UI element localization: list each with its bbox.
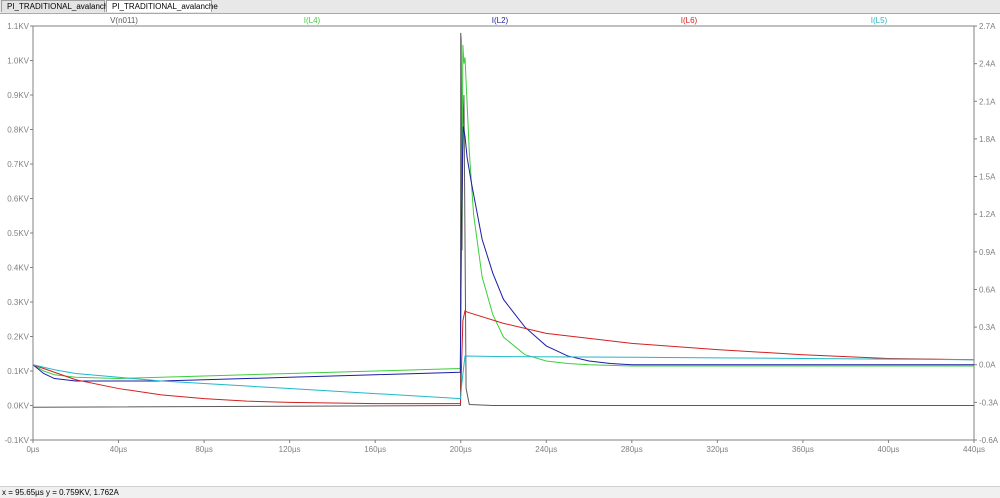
left-axis-tick-label: 0.1KV	[7, 367, 29, 376]
right-axis-tick-label: 0.6A	[979, 285, 996, 294]
tab-label: PI_TRADITIONAL_avalanche	[112, 1, 218, 11]
x-axis-tick-label: 80µs	[195, 445, 213, 454]
right-axis-tick-label: 2.4A	[979, 60, 996, 69]
plot-frame	[32, 25, 975, 441]
waveform-plot-pane[interactable]: V(n011) I(L4) I(L2) I(L6) I(L5) -0.1KV 0.0KV 0…	[0, 14, 1000, 486]
tab-label: PI_TRADITIONAL_avalanche	[7, 1, 113, 11]
right-axis-tick-label: 2.1A	[979, 97, 996, 106]
right-axis-tick-label: 1.2A	[979, 210, 996, 219]
left-axis-tick-label: 0.4KV	[7, 264, 29, 273]
x-axis-tick-label: 280µs	[621, 445, 643, 454]
x-axis-tick-label: 320µs	[706, 445, 728, 454]
status-bar: x = 95.65µs y = 0.759KV, 1.762A	[0, 486, 1000, 497]
right-axis-tick-label: 1.5A	[979, 173, 996, 182]
left-axis-tick-label: 0.9KV	[7, 91, 29, 100]
right-axis-tick-label: -0.3A	[979, 398, 999, 407]
x-axis-tick-label: 0µs	[26, 445, 39, 454]
left-axis-tick-label: 0.5KV	[7, 229, 29, 238]
trace-line[interactable]	[32, 309, 975, 405]
right-axis-tick-label: 0.9A	[979, 248, 996, 257]
x-axis-tick-label: 440µs	[963, 445, 985, 454]
trace-line[interactable]	[32, 32, 974, 408]
trace-line[interactable]	[32, 126, 974, 382]
document-tab-bar: PI_TRADITIONAL_avalanche PI_TRADITIONAL_…	[0, 0, 1000, 14]
left-axis-tick-label: 0.3KV	[7, 298, 29, 307]
traces	[32, 32, 975, 408]
left-axis-tick-label: 0.7KV	[7, 160, 29, 169]
left-axis-ticks: -0.1KV 0.0KV 0.1KV 0.2KV 0.3KV 0.4KV 0.5KV 0.6K…	[5, 22, 33, 445]
right-axis-tick-label: 0.3A	[979, 323, 996, 332]
right-axis-ticks: -0.6A -0.3A 0.0A 0.3A 0.6A 0.9A 1.2A 1.5A 1.8A 2.…	[974, 22, 999, 445]
x-axis-tick-label: 400µs	[877, 445, 899, 454]
left-axis-tick-label: 1.1KV	[7, 22, 29, 31]
tab-waveform[interactable]: PI_TRADITIONAL_avalanche	[106, 0, 218, 12]
trace-label[interactable]: V(n011)	[110, 16, 138, 25]
cursor-readout: x = 95.65µs y = 0.759KV, 1.762A	[2, 488, 119, 497]
trace-labels: V(n011) I(L4) I(L2) I(L6) I(L5)	[110, 16, 887, 25]
trace-line[interactable]	[32, 44, 974, 380]
x-axis-tick-label: 240µs	[535, 445, 557, 454]
x-axis-tick-label: 40µs	[110, 445, 128, 454]
x-axis-tick-label: 360µs	[792, 445, 814, 454]
x-axis-ticks: 0µs 40µs 80µs 120µs 160µs 200µs 240µs 280µs 320µ…	[26, 440, 985, 454]
left-axis-tick-label: 0.2KV	[7, 333, 29, 342]
trace-label[interactable]: I(L4)	[304, 16, 321, 25]
x-axis-tick-label: 120µs	[279, 445, 301, 454]
x-axis-tick-label: 200µs	[450, 445, 472, 454]
left-axis-tick-label: 1.0KV	[7, 57, 29, 66]
trace-label[interactable]: I(L5)	[871, 16, 888, 25]
left-axis-tick-label: -0.1KV	[5, 436, 30, 445]
x-axis-tick-label: 160µs	[364, 445, 386, 454]
right-axis-tick-label: 2.7A	[979, 22, 996, 31]
trace-label[interactable]: I(L6)	[681, 16, 698, 25]
left-axis-tick-label: 0.0KV	[7, 402, 29, 411]
trace-label[interactable]: I(L2)	[492, 16, 509, 25]
right-axis-tick-label: 1.8A	[979, 135, 996, 144]
left-axis-tick-label: 0.8KV	[7, 126, 29, 135]
right-axis-tick-label: 0.0A	[979, 361, 996, 370]
right-axis-tick-label: -0.6A	[979, 436, 999, 445]
waveform-chart[interactable]: V(n011) I(L4) I(L2) I(L6) I(L5) -0.1KV 0.0KV 0…	[0, 14, 1000, 486]
tab-schematic[interactable]: PI_TRADITIONAL_avalanche	[1, 0, 113, 12]
left-axis-tick-label: 0.6KV	[7, 195, 29, 204]
